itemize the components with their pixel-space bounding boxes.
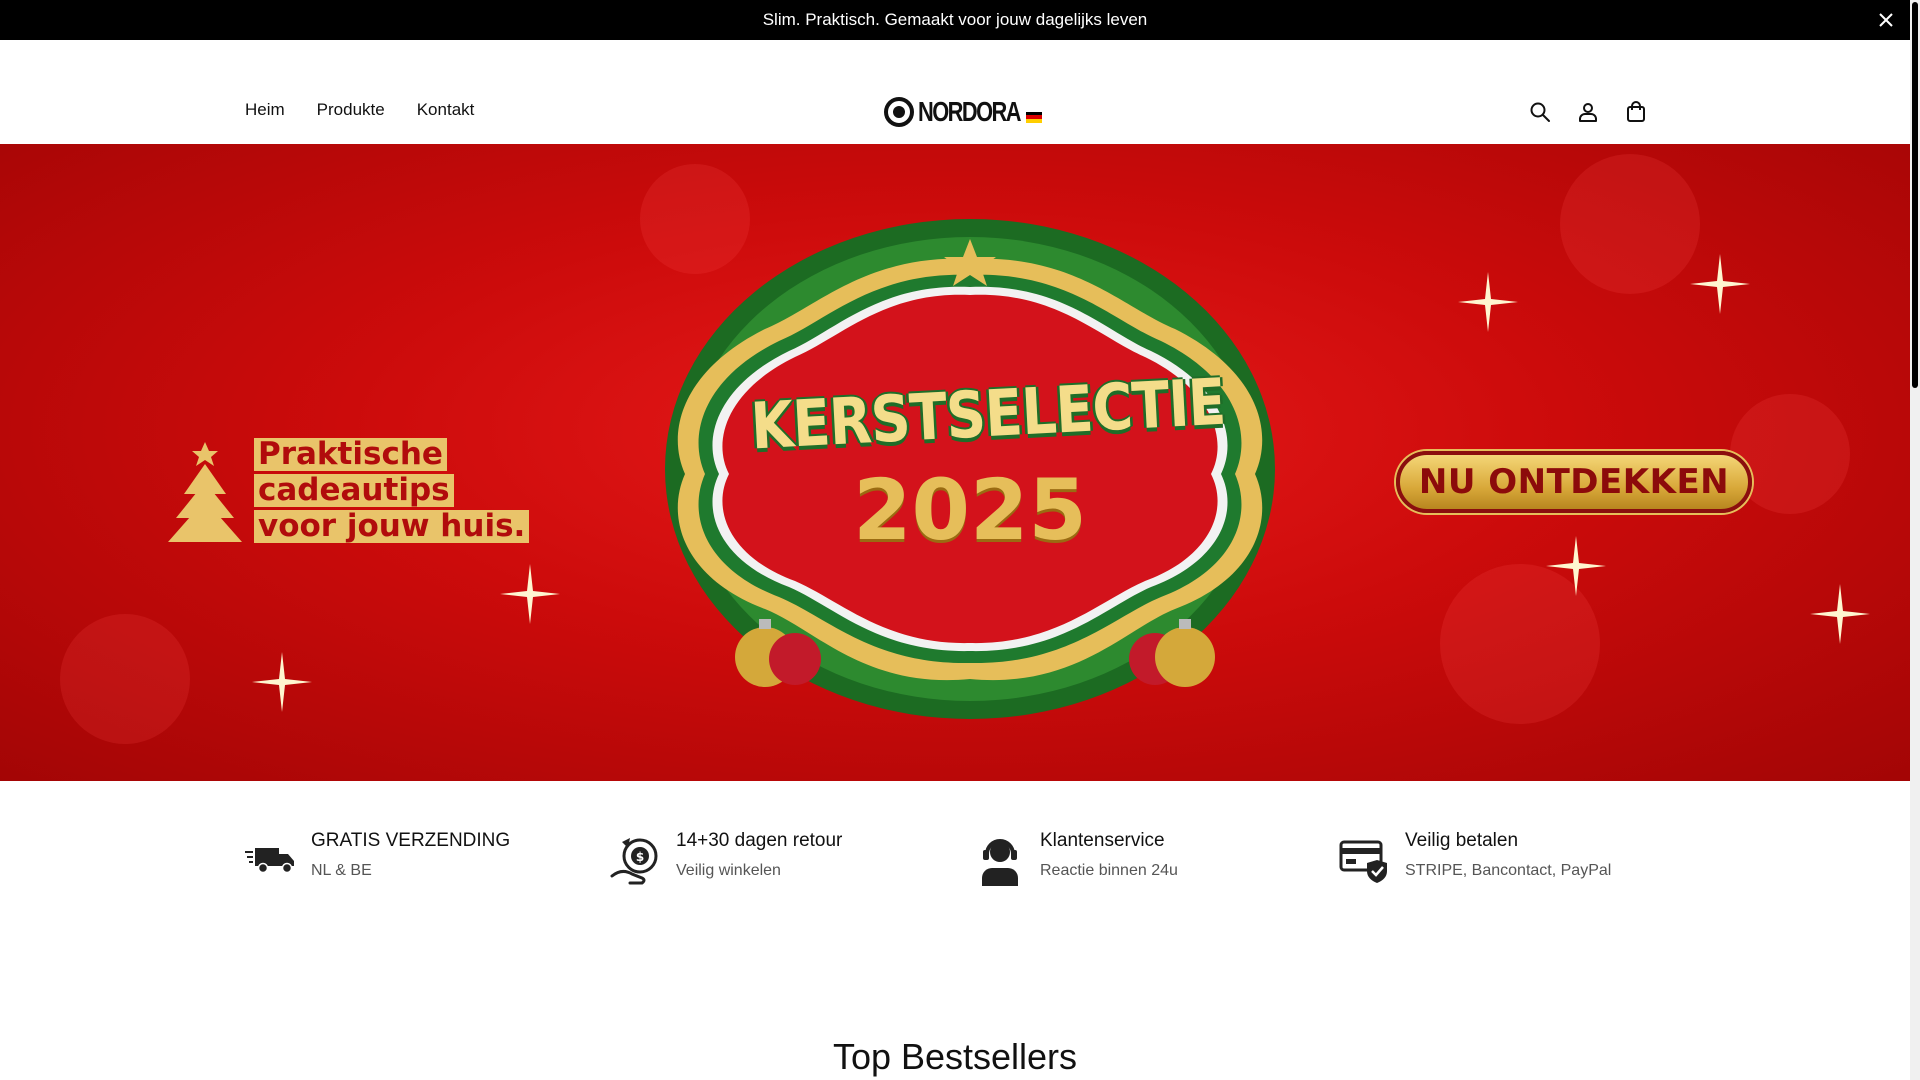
feature-subtitle: NL & BE bbox=[311, 862, 372, 879]
feature-secure-payment: Veilig betalen STRIPE, Bancontact, PayPa… bbox=[1339, 826, 1611, 886]
sparkle-icon bbox=[500, 564, 560, 624]
bokeh-light bbox=[60, 614, 190, 744]
badge-title: KERSTSELECTIE bbox=[749, 365, 1227, 465]
section-title-bestsellers: Top Bestsellers bbox=[832, 1036, 1078, 1077]
shopping-bag-icon[interactable] bbox=[1624, 100, 1648, 124]
tagline-line-2: cadeautips bbox=[254, 474, 454, 507]
sparkle-icon bbox=[1546, 536, 1606, 596]
bokeh-light bbox=[1560, 154, 1700, 294]
feature-text: 14+30 dagen retour Veilig winkelen bbox=[676, 826, 842, 880]
feature-text: Klantenservice Reactie binnen 24u bbox=[1040, 826, 1178, 880]
christmas-tree-icon bbox=[168, 442, 242, 542]
main-nav: Heim Produkte Kontakt bbox=[245, 100, 474, 120]
announcement-bar: Slim. Praktisch. Gemaakt voor jouw dagel… bbox=[0, 0, 1910, 40]
feature-subtitle: STRIPE, Bancontact, PayPal bbox=[1405, 862, 1612, 879]
logo-text: NORDORA bbox=[918, 96, 1021, 127]
sparkle-icon bbox=[1458, 272, 1518, 332]
site-header: Heim Produkte Kontakt NORDORA bbox=[0, 40, 1910, 144]
sparkle-icon bbox=[1810, 584, 1870, 644]
nav-item-contact[interactable]: Kontakt bbox=[417, 100, 475, 120]
delivery-truck-icon bbox=[245, 848, 294, 874]
feature-returns: $ 14+30 dagen retour Veilig winkelen bbox=[610, 826, 842, 886]
badge-text: KERSTSELECTIE 2025 bbox=[655, 199, 1285, 724]
feature-text: Veilig betalen STRIPE, Bancontact, PayPa… bbox=[1405, 826, 1611, 880]
feature-text: GRATIS VERZENDING NL & BE bbox=[311, 826, 510, 880]
feature-customer-service: Klantenservice Reactie binnen 24u bbox=[974, 826, 1178, 886]
logo-mark bbox=[884, 97, 914, 127]
feature-subtitle: Reactie binnen 24u bbox=[1040, 862, 1178, 879]
feature-subtitle: Veilig winkelen bbox=[676, 862, 781, 879]
usp-features: GRATIS VERZENDING NL & BE $ 14+30 dagen … bbox=[245, 826, 1645, 896]
customer-service-icon bbox=[982, 839, 1018, 886]
nav-item-home[interactable]: Heim bbox=[245, 100, 285, 120]
scrollbar-thumb[interactable] bbox=[1912, 2, 1918, 388]
secure-card-icon bbox=[1339, 840, 1387, 883]
cta-label: NU ONTDEKKEN bbox=[1418, 462, 1730, 502]
discover-now-button[interactable]: NU ONTDEKKEN bbox=[1396, 451, 1752, 513]
feature-free-shipping: GRATIS VERZENDING NL & BE bbox=[245, 826, 510, 886]
hero-banner[interactable]: Praktische cadeautips voor jouw huis. KE… bbox=[0, 144, 1910, 781]
svg-text:$: $ bbox=[636, 850, 644, 864]
german-flag-icon bbox=[1026, 111, 1042, 123]
sparkle-icon bbox=[252, 652, 312, 712]
tagline-line-3: voor jouw huis. bbox=[254, 510, 530, 543]
feature-title: 14+30 dagen retour bbox=[676, 830, 843, 851]
money-return-icon: $ bbox=[610, 838, 658, 885]
feature-title: GRATIS VERZENDING bbox=[311, 830, 511, 851]
announcement-text: Slim. Praktisch. Gemaakt voor jouw dagel… bbox=[762, 10, 1148, 29]
feature-title: Klantenservice bbox=[1040, 830, 1165, 851]
tagline-line-1: Praktische bbox=[254, 438, 447, 471]
feature-title: Veilig betalen bbox=[1405, 830, 1519, 851]
site-logo[interactable]: NORDORA bbox=[884, 96, 1042, 128]
hero-tagline: Praktische cadeautips voor jouw huis. bbox=[254, 438, 530, 543]
badge-year: 2025 bbox=[853, 461, 1087, 559]
close-icon[interactable] bbox=[1876, 10, 1896, 30]
user-icon[interactable] bbox=[1576, 100, 1600, 124]
sparkle-icon bbox=[1690, 254, 1750, 314]
search-icon[interactable] bbox=[1528, 100, 1552, 124]
header-actions bbox=[1528, 100, 1648, 124]
page-scrollbar[interactable] bbox=[1910, 0, 1920, 1080]
nav-item-products[interactable]: Produkte bbox=[317, 100, 385, 120]
